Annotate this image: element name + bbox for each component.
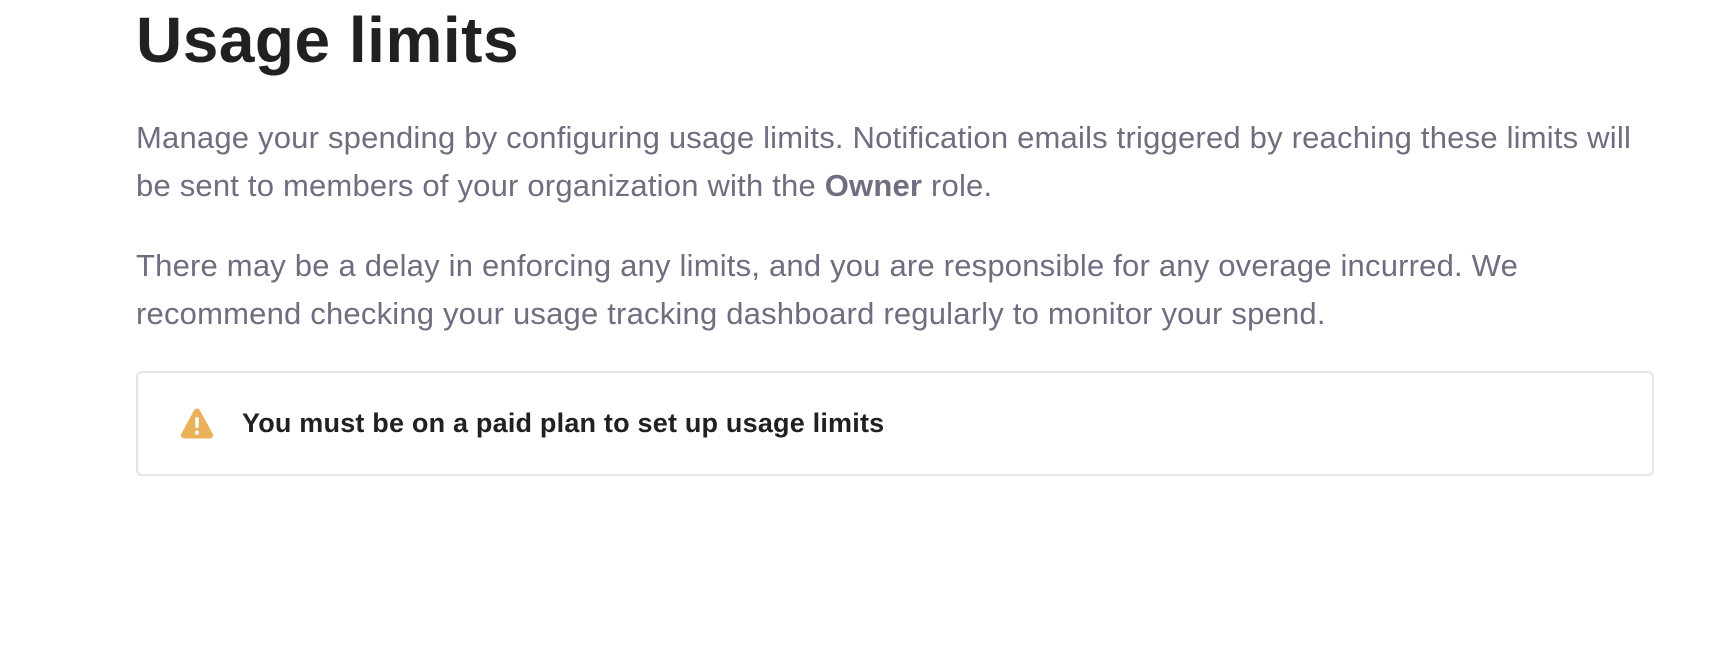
usage-limits-description: Manage your spending by configuring usag… [136,114,1656,210]
paid-plan-notice: You must be on a paid plan to set up usa… [136,371,1654,476]
page-title: Usage limits [136,4,520,76]
warning-icon [180,407,214,439]
usage-limits-page: Usage limits Manage your spending by con… [136,0,1656,476]
paid-plan-notice-text: You must be on a paid plan to set up usa… [242,408,885,438]
owner-role-label: Owner [824,168,923,203]
description-text-end: role. [922,168,993,203]
enforcement-delay-note: There may be a delay in enforcing any li… [136,248,1519,331]
